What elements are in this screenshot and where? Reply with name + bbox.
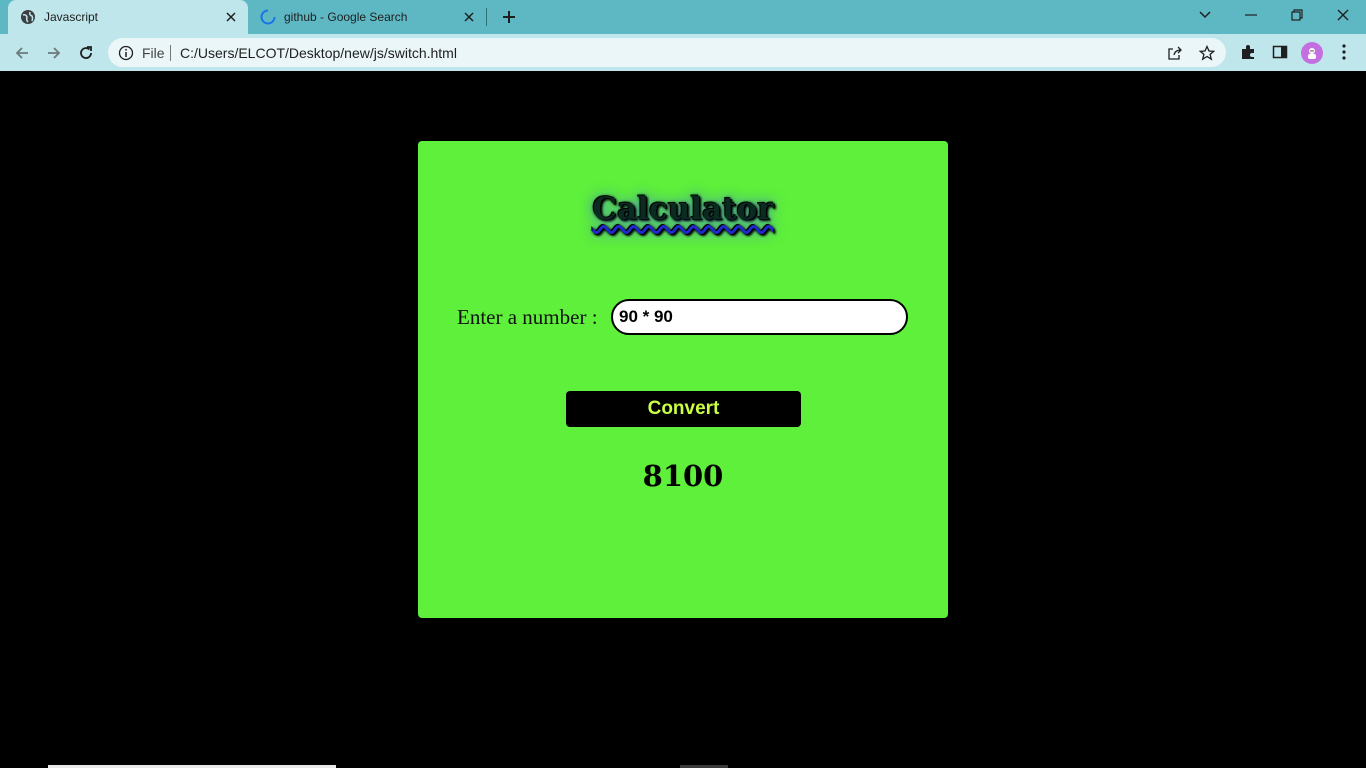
bookmark-star-icon[interactable]	[1198, 44, 1216, 62]
reload-button[interactable]	[73, 40, 99, 66]
profile-avatar[interactable]	[1301, 42, 1323, 64]
address-bar[interactable]: File C:/Users/ELCOT/Desktop/new/js/switc…	[108, 38, 1226, 67]
tab-javascript[interactable]: Javascript	[8, 0, 248, 34]
calculator-card: Calculator Enter a number : Convert 8100	[418, 141, 948, 618]
info-icon[interactable]	[118, 45, 134, 61]
url-text[interactable]: C:/Users/ELCOT/Desktop/new/js/switch.htm…	[180, 45, 457, 61]
scheme-label: File	[142, 45, 165, 61]
loading-spinner-icon	[260, 9, 276, 25]
new-tab-button[interactable]	[498, 6, 520, 28]
tab-github-search[interactable]: github - Google Search	[248, 0, 486, 34]
forward-button[interactable]	[41, 40, 67, 66]
close-icon[interactable]	[460, 8, 478, 26]
number-input[interactable]	[611, 299, 908, 335]
tab-title: github - Google Search	[284, 10, 408, 24]
close-icon[interactable]	[222, 8, 240, 26]
restore-button[interactable]	[1274, 0, 1320, 30]
close-window-button[interactable]	[1320, 0, 1366, 30]
share-icon[interactable]	[1166, 44, 1184, 62]
back-button[interactable]	[9, 40, 35, 66]
number-label: Enter a number :	[457, 305, 598, 329]
globe-icon	[20, 9, 36, 25]
page-viewport: Calculator Enter a number : Convert 8100	[0, 71, 1366, 768]
result-output: 8100	[642, 459, 724, 493]
extensions-icon[interactable]	[1238, 42, 1258, 62]
tab-title: Javascript	[44, 10, 99, 24]
minimize-button[interactable]	[1228, 0, 1274, 30]
tab-search-button[interactable]	[1182, 0, 1228, 30]
menu-icon[interactable]	[1334, 42, 1354, 62]
tab-separator	[486, 8, 487, 26]
tab-strip: Javascript github - Google Search	[0, 0, 1366, 34]
page-title: Calculator	[592, 191, 774, 227]
browser-toolbar: File C:/Users/ELCOT/Desktop/new/js/switc…	[0, 34, 1366, 71]
side-panel-icon[interactable]	[1270, 42, 1290, 62]
address-divider	[170, 45, 171, 61]
convert-button[interactable]: Convert	[566, 391, 801, 427]
